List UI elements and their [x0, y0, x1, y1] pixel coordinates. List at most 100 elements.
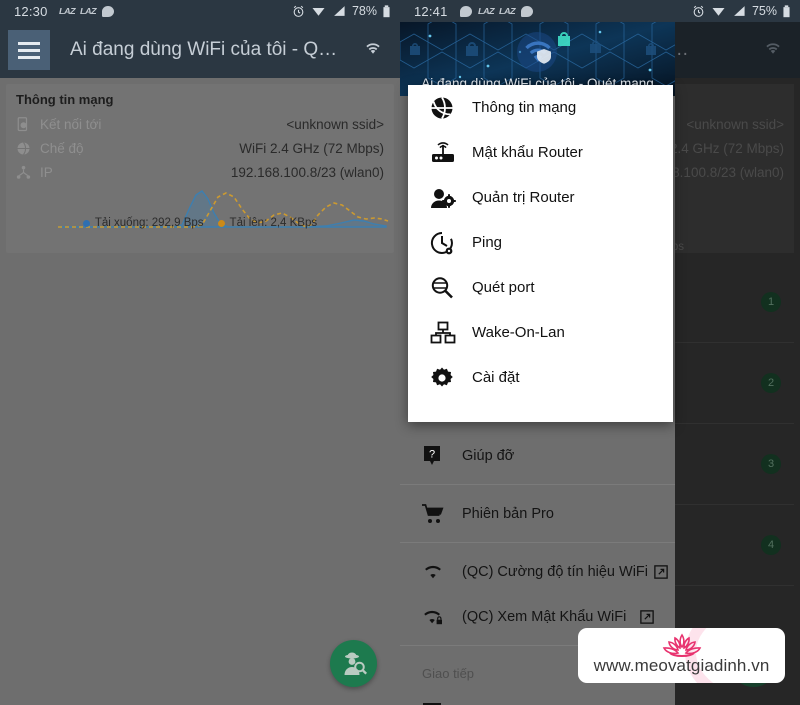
legend-upload: Tải lên: 2,4 KBps — [217, 217, 318, 229]
popup-item-router-admin[interactable]: Quản trị Router — [408, 175, 673, 220]
popup-item-label: Cài đặt — [472, 369, 520, 386]
dim-info-value: <unknown ssid> — [686, 116, 784, 132]
drawer-item-label: (QC) Cường độ tín hiệu WiFi — [462, 563, 649, 580]
battery-icon — [783, 4, 790, 17]
external-link-icon — [654, 564, 668, 579]
alarm-icon — [293, 5, 304, 17]
wake-on-lan-icon — [430, 321, 464, 345]
network-node-icon — [16, 165, 40, 180]
left-status-bar: 12:30 LAZ LAZ 78% — [0, 0, 400, 22]
popup-item-label: Ping — [472, 234, 503, 251]
drawer-item-wifi-strength-ad[interactable]: (QC) Cường độ tín hiệu WiFi — [400, 549, 675, 594]
status-system-icons: 78% — [292, 4, 390, 18]
popup-item-label: Wake-On-Lan — [472, 324, 565, 341]
laz-icon: LAZ — [498, 6, 516, 16]
ping-icon — [430, 231, 464, 255]
messenger-icon — [520, 5, 533, 17]
battery-percent: 75% — [751, 4, 777, 18]
drawer-item-label: Phiên bản Pro — [462, 505, 554, 522]
device-badge: 3 — [761, 454, 781, 474]
scan-devices-fab[interactable] — [330, 640, 377, 687]
traffic-chart: Tải xuống: 292,9 Bps Tải lên: 2,4 KBps — [6, 185, 394, 231]
rate-icon — [422, 702, 456, 705]
signal-icon — [334, 6, 345, 16]
port-scan-icon — [430, 276, 464, 300]
popup-item-settings[interactable]: Cài đặt — [408, 355, 673, 400]
info-row-ip[interactable]: IP 192.168.100.8/23 (wlan0) — [16, 160, 384, 184]
device-badge: 1 — [761, 292, 781, 312]
popup-item-port-scan[interactable]: Quét port — [408, 265, 673, 310]
legend-download-label: Tải xuống: 292,9 Bps — [94, 217, 204, 229]
info-value: WiFi 2.4 GHz (72 Mbps) — [239, 140, 384, 156]
legend-dot-upload — [217, 219, 225, 227]
popup-item-label: Thông tin mạng — [472, 99, 577, 116]
wifi-signal-icon — [422, 563, 456, 581]
drawer-item-label: (QC) Xem Mật Khẩu WiFi — [462, 608, 627, 625]
status-time: 12:41 — [414, 3, 448, 19]
info-label: Kết nối tới — [40, 116, 102, 132]
drawer-item-label: Giúp đỡ — [462, 447, 515, 464]
popup-item-ping[interactable]: Ping — [408, 220, 673, 265]
svg-text:?: ? — [429, 448, 435, 460]
info-value: <unknown ssid> — [286, 116, 384, 132]
connected-device-icon — [16, 116, 40, 132]
site-watermark: www.meovatgiadinh.vn — [578, 628, 785, 683]
info-row-mode[interactable]: Chế độ WiFi 2.4 GHz (72 Mbps) — [16, 136, 384, 160]
wifi-icon[interactable] — [362, 40, 384, 61]
legend-dot-download — [82, 219, 90, 227]
laz-icon: LAZ — [58, 6, 75, 16]
dim-info-value: 168.100.8/23 (wlan0) — [657, 164, 784, 180]
router-admin-icon — [430, 186, 464, 210]
traffic-chart-card: Tải xuống: 292,9 Bps Tải lên: 2,4 KBps — [6, 185, 394, 253]
status-time: 12:30 — [14, 3, 48, 19]
status-notification-icons: LAZ LAZ — [58, 5, 114, 17]
battery-percent: 78% — [351, 4, 377, 18]
messenger-icon — [101, 5, 114, 17]
network-info-card: Thông tin mạng Kết nối tới <unknown ssid… — [6, 84, 394, 194]
wifi-lock-icon — [422, 608, 456, 626]
info-row-connected[interactable]: Kết nối tới <unknown ssid> — [16, 112, 384, 136]
popup-item-network-info[interactable]: Thông tin mạng — [408, 85, 673, 130]
hamburger-icon[interactable] — [8, 30, 50, 70]
drawer-divider — [400, 484, 675, 485]
alarm-icon — [693, 5, 704, 17]
messenger-icon — [459, 5, 472, 17]
laz-icon: LAZ — [79, 6, 97, 16]
status-system-icons: 75% — [692, 4, 790, 18]
drawer-divider — [400, 542, 675, 543]
info-label: Chế độ — [40, 140, 84, 156]
router-icon — [430, 141, 464, 165]
popup-item-label: Mật khẩu Router — [472, 144, 583, 161]
info-value: 192.168.100.8/23 (wlan0) — [230, 164, 384, 180]
legend-upload-label: Tải lên: 2,4 KBps — [229, 217, 318, 229]
detective-search-icon — [344, 652, 367, 675]
cart-icon — [422, 503, 456, 524]
card-title: Thông tin mạng — [16, 92, 114, 107]
left-app-bar: Ai đang dùng WiFi của tôi - Q… — [0, 22, 400, 78]
right-status-bar: 12:41 LAZ LAZ 75% — [400, 0, 800, 22]
drawer-item-help[interactable]: ? Giúp đỡ — [400, 433, 675, 478]
drawer-item-rate[interactable]: Đánh giá — [400, 689, 675, 705]
drawer-item-pro[interactable]: Phiên bản Pro — [400, 491, 675, 536]
battery-icon — [383, 4, 390, 17]
laz-icon: LAZ — [477, 6, 494, 16]
left-phone-panel: 12:30 LAZ LAZ 78% Ai đang dùng WiFi của … — [0, 0, 400, 705]
wifi-shield-icon — [518, 36, 558, 71]
screenshot-root: 12:30 LAZ LAZ 78% Ai đang dùng WiFi của … — [0, 0, 800, 705]
help-icon: ? — [422, 445, 456, 467]
overflow-popup-menu: Thông tin mạng Mật khẩu Router Quản trị … — [408, 85, 673, 422]
signal-icon — [734, 6, 745, 16]
wifi-icon — [712, 8, 725, 16]
chart-legend: Tải xuống: 292,9 Bps Tải lên: 2,4 KBps — [6, 217, 394, 229]
popup-item-label: Quản trị Router — [472, 189, 575, 206]
popup-item-router-password[interactable]: Mật khẩu Router — [408, 130, 673, 175]
legend-download: Tải xuống: 292,9 Bps — [82, 217, 204, 229]
wifi-icon — [312, 8, 325, 16]
globe-icon — [430, 96, 464, 120]
wifi-icon[interactable] — [762, 40, 784, 61]
gear-icon — [430, 366, 464, 390]
info-label: IP — [40, 164, 53, 180]
status-notification-icons: LAZ LAZ — [459, 5, 533, 17]
popup-item-wake-on-lan[interactable]: Wake-On-Lan — [408, 310, 673, 355]
popup-item-label: Quét port — [472, 279, 535, 296]
